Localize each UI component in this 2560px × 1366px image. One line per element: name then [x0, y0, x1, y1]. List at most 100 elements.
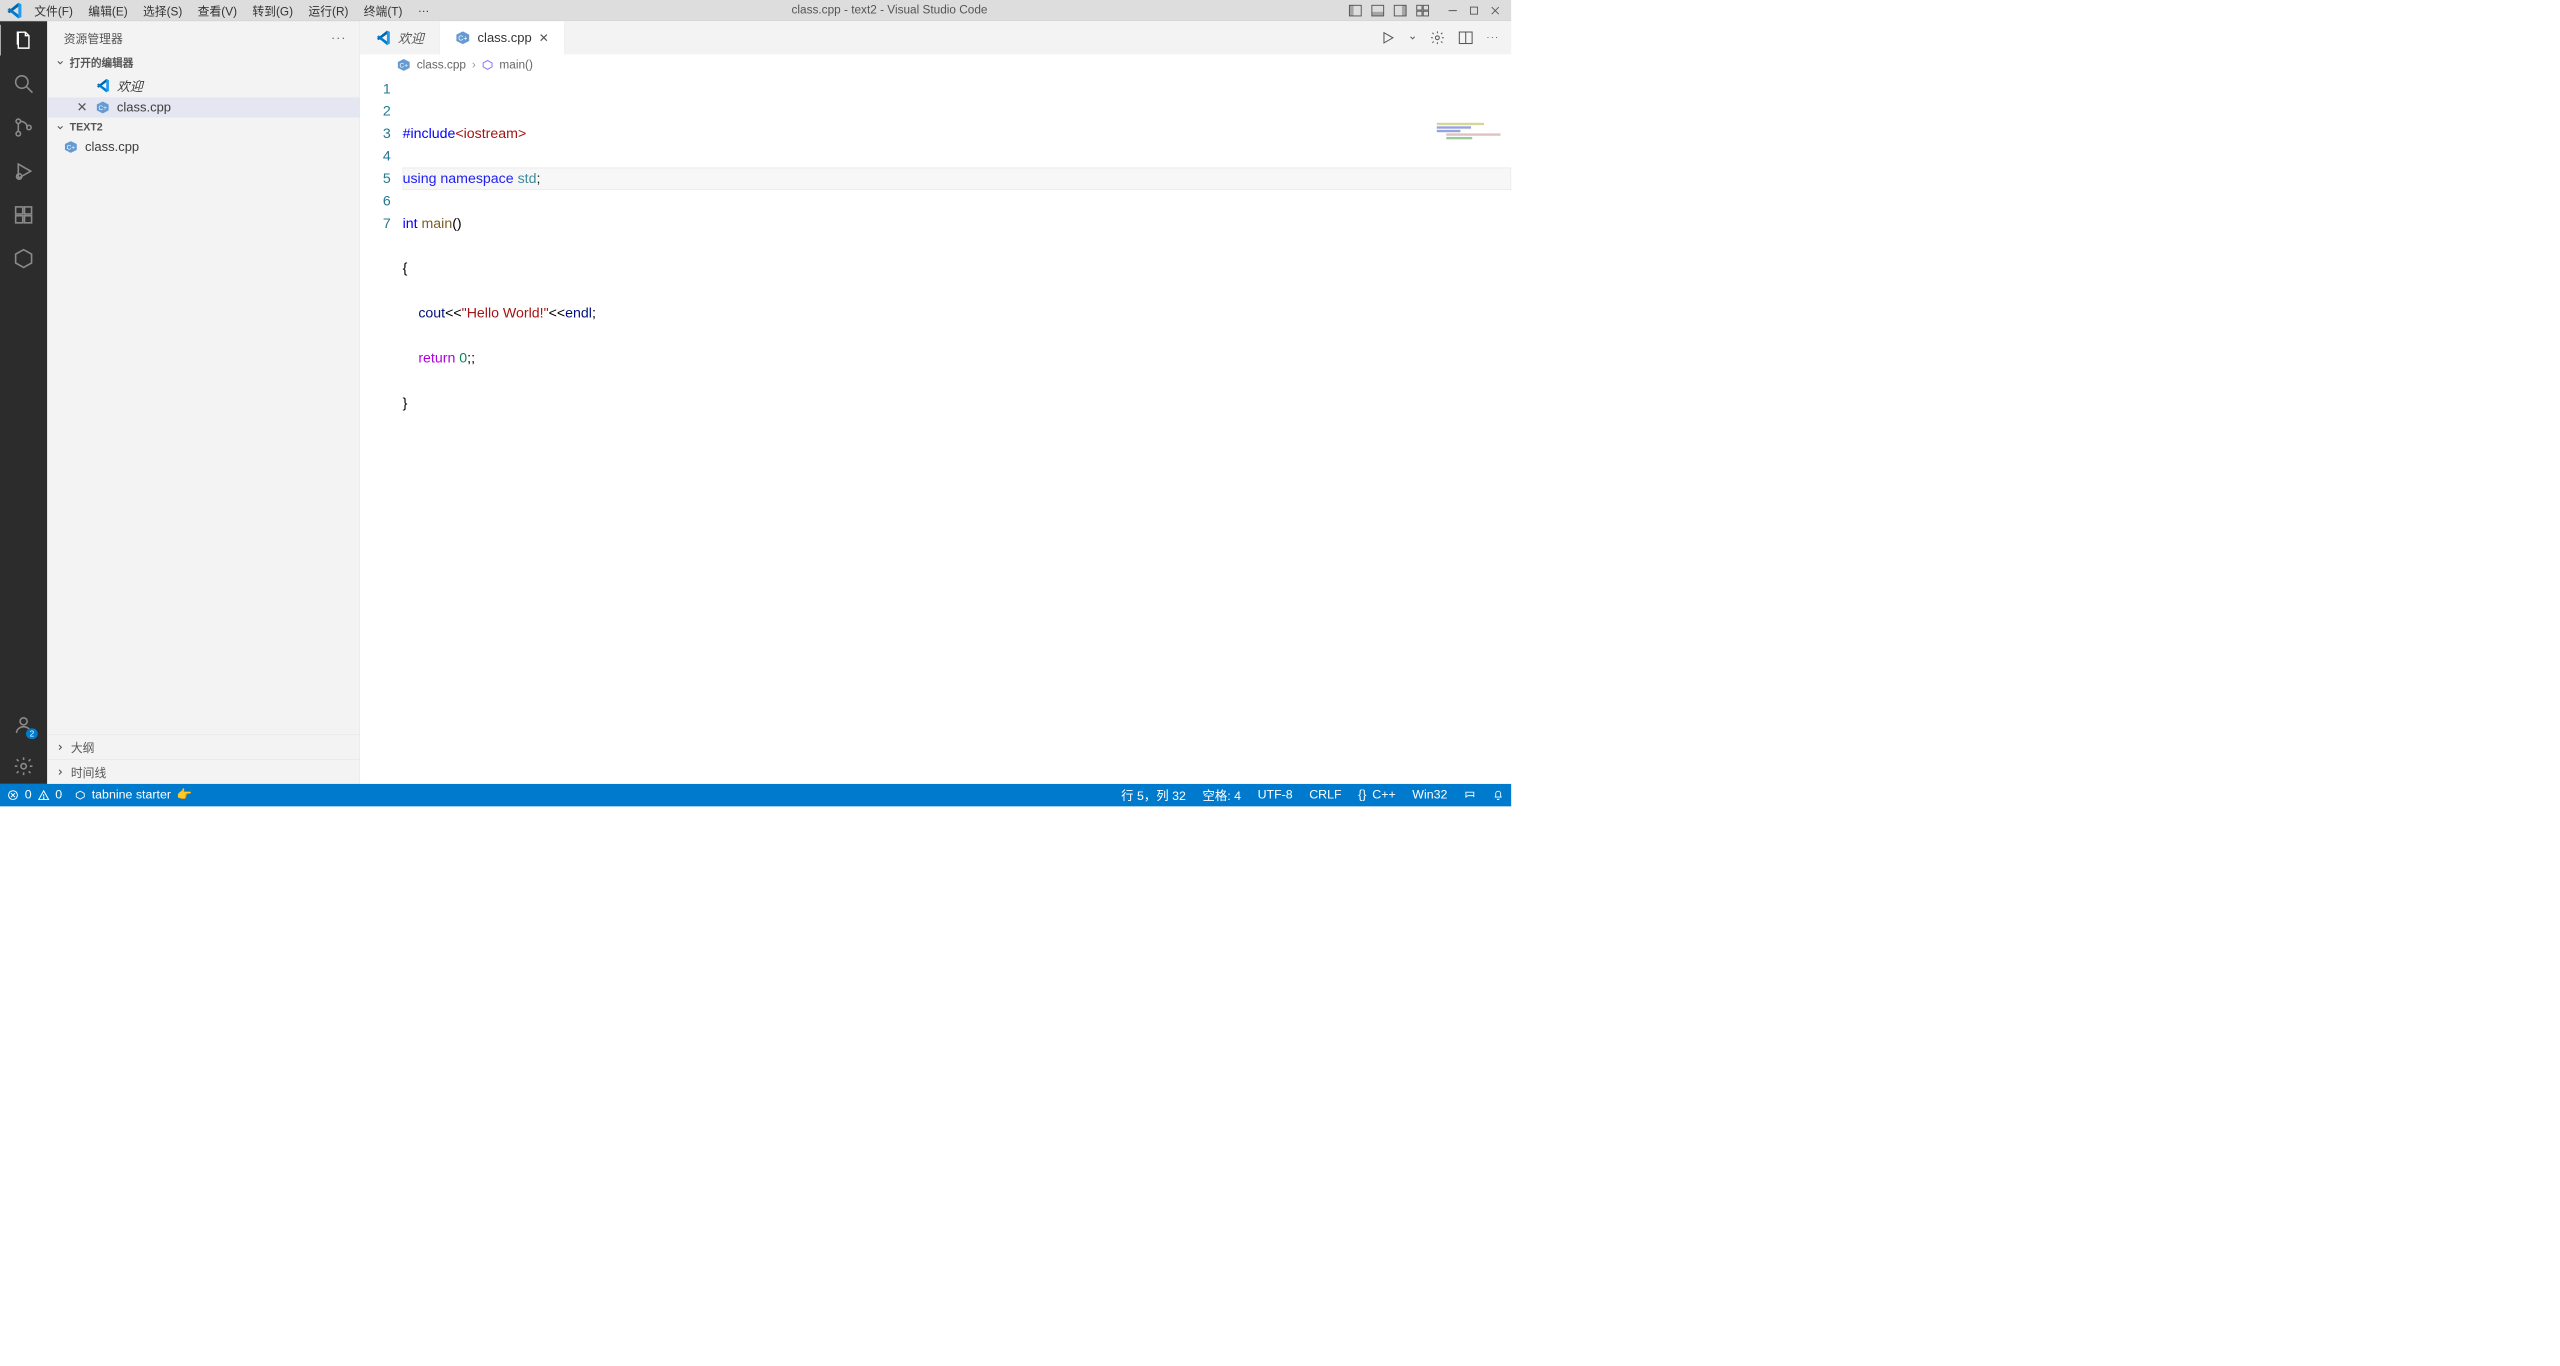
tok: { [403, 260, 408, 276]
menu-goto[interactable]: 转到(G) [252, 2, 293, 19]
line-number: 7 [360, 213, 391, 235]
layout-controls [1348, 3, 1429, 17]
status-bar: 0 0 tabnine starter 👉 行 5，列 32 空格: 4 UTF… [0, 784, 1511, 806]
run-dropdown-icon[interactable] [1408, 34, 1416, 42]
window-controls [1447, 5, 1511, 16]
tok: << [549, 305, 566, 321]
line-numbers: 1 2 3 4 5 6 7 [360, 76, 403, 784]
tok: <iostream> [455, 126, 526, 142]
tok: "Hello World!" [462, 305, 549, 321]
menu-terminal[interactable]: 终端(T) [364, 2, 403, 19]
tok: () [452, 215, 461, 231]
timeline-label: 时间线 [71, 763, 106, 780]
main-menu: 文件(F) 编辑(E) 选择(S) 查看(V) 转到(G) 运行(R) 终端(T… [28, 2, 430, 19]
line-number: 5 [360, 168, 391, 190]
editor-more-icon[interactable]: ··· [1486, 32, 1499, 43]
status-language[interactable]: {} C++ [1358, 788, 1396, 802]
cpp-file-icon: C+ [455, 30, 470, 45]
outline-label: 大纲 [71, 738, 95, 755]
layout-customize-icon[interactable] [1416, 3, 1430, 17]
activity-extensions-icon[interactable] [13, 204, 34, 225]
activity-settings-icon[interactable] [13, 756, 34, 777]
tab-welcome[interactable]: 欢迎 [360, 21, 440, 54]
line-number: 1 [360, 78, 391, 100]
activity-bar: 2 [0, 21, 47, 784]
editor-settings-icon[interactable] [1430, 30, 1445, 45]
tok: #include [403, 126, 456, 142]
status-tabnine[interactable]: tabnine starter 👉 [75, 788, 192, 802]
braces-icon: {} [1358, 788, 1366, 802]
breadcrumb[interactable]: C+ class.cpp › main() [360, 54, 1511, 75]
tok [403, 350, 419, 366]
timeline-section[interactable]: 时间线 [47, 759, 359, 784]
status-errors[interactable]: 0 0 [7, 788, 62, 802]
editor-area: 欢迎 C+ class.cpp ✕ ··· C+ class.cpp › mai… [360, 21, 1511, 784]
activity-account-icon[interactable]: 2 [13, 714, 34, 735]
tok: main [421, 215, 452, 231]
activity-explorer-icon[interactable] [13, 30, 34, 51]
menu-run[interactable]: 运行(R) [308, 2, 348, 19]
workspace-section[interactable]: TEXT2 [47, 117, 359, 136]
minimize-button[interactable] [1447, 5, 1458, 16]
layout-panel-right-icon[interactable] [1393, 3, 1407, 17]
tok: endl [565, 305, 592, 321]
tabnine-indicator-icon: 👉 [177, 788, 192, 802]
cpp-file-icon: C+ [96, 100, 111, 114]
open-editors-section[interactable]: 打开的编辑器 [47, 51, 359, 73]
status-indent[interactable]: 空格: 4 [1202, 786, 1241, 804]
chevron-right-icon: › [472, 58, 476, 72]
menu-view[interactable]: 查看(V) [198, 2, 237, 19]
maximize-button[interactable] [1469, 5, 1480, 16]
file-label: class.cpp [85, 139, 139, 154]
status-platform[interactable]: Win32 [1412, 788, 1447, 802]
tok: ; [592, 305, 596, 321]
status-eol[interactable]: CRLF [1309, 788, 1341, 802]
activity-run-debug-icon[interactable] [13, 161, 34, 182]
tab-class-cpp[interactable]: C+ class.cpp ✕ [440, 21, 565, 54]
breadcrumb-file[interactable]: class.cpp [417, 58, 466, 72]
menu-more[interactable]: … [418, 2, 431, 19]
account-badge: 2 [26, 728, 38, 739]
line-number: 2 [360, 100, 391, 122]
tab-label: class.cpp [478, 30, 532, 45]
split-editor-icon[interactable] [1458, 30, 1473, 45]
code-content[interactable]: #include<iostream> using namespace std; … [403, 76, 1512, 784]
status-cursor[interactable]: 行 5，列 32 [1121, 786, 1186, 804]
layout-panel-left-icon[interactable] [1348, 3, 1362, 17]
minimap[interactable] [1437, 78, 1508, 113]
open-editor-class-cpp[interactable]: ✕ C+ class.cpp [47, 97, 359, 117]
tok: cout [418, 305, 445, 321]
status-feedback-icon[interactable] [1464, 789, 1476, 801]
svg-text:C+: C+ [400, 62, 409, 69]
svg-text:C+: C+ [98, 105, 107, 112]
activity-hexagon-icon[interactable] [13, 248, 34, 269]
explorer-sidebar: 资源管理器 ··· 打开的编辑器 欢迎 ✕ C+ class.cpp TEXT2… [47, 21, 360, 784]
titlebar: 文件(F) 编辑(E) 选择(S) 查看(V) 转到(G) 运行(R) 终端(T… [0, 0, 1511, 21]
status-warning-count: 0 [55, 788, 62, 802]
cpp-file-icon: C+ [397, 58, 411, 72]
line-number: 4 [360, 145, 391, 167]
workspace-label: TEXT2 [70, 121, 103, 133]
close-editor-button[interactable]: ✕ [74, 100, 89, 115]
open-editor-welcome[interactable]: 欢迎 [47, 74, 359, 98]
activity-search-icon[interactable] [13, 73, 34, 94]
status-bell-icon[interactable] [1492, 789, 1504, 801]
breadcrumb-symbol[interactable]: main() [499, 58, 532, 72]
close-button[interactable] [1490, 5, 1501, 16]
menu-edit[interactable]: 编辑(E) [88, 2, 127, 19]
layout-panel-bottom-icon[interactable] [1371, 3, 1385, 17]
outline-section[interactable]: 大纲 [47, 734, 359, 759]
sidebar-title: 资源管理器 [64, 30, 123, 47]
open-editor-label: 欢迎 [117, 76, 143, 95]
run-button-icon[interactable] [1380, 30, 1395, 45]
menu-select[interactable]: 选择(S) [143, 2, 182, 19]
activity-scm-icon[interactable] [13, 117, 34, 138]
tab-close-button[interactable]: ✕ [539, 30, 549, 45]
status-encoding[interactable]: UTF-8 [1258, 788, 1293, 802]
code-editor[interactable]: 1 2 3 4 5 6 7 #include<iostream> using n… [360, 76, 1511, 784]
menu-file[interactable]: 文件(F) [34, 2, 73, 19]
status-language-label: C++ [1372, 788, 1395, 802]
sidebar-more-icon[interactable]: ··· [331, 31, 346, 45]
editor-tabs: 欢迎 C+ class.cpp ✕ ··· [360, 21, 1511, 54]
file-class-cpp[interactable]: C+ class.cpp [47, 137, 359, 157]
